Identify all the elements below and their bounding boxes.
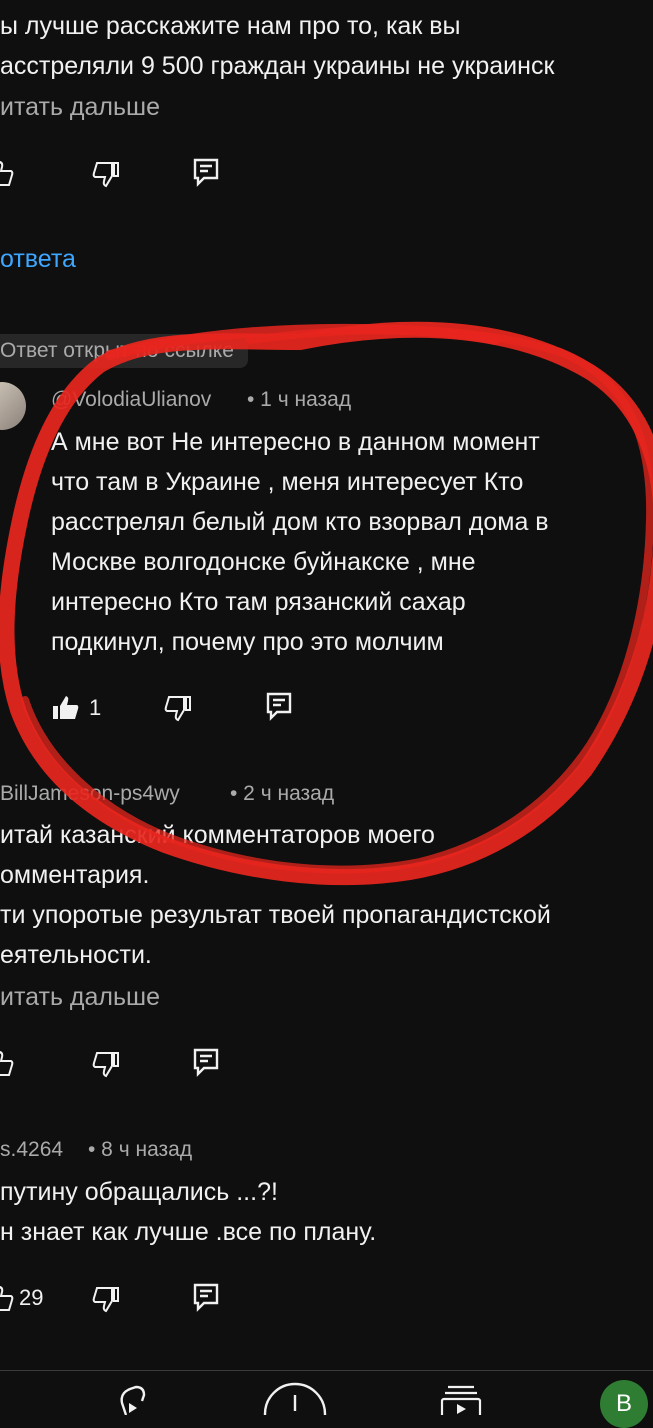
reply-icon[interactable] — [190, 1281, 222, 1313]
like-icon[interactable] — [0, 1048, 16, 1080]
like-filled-icon[interactable] — [50, 692, 82, 724]
comment-author[interactable]: s.4264 — [0, 1138, 63, 1162]
comment-text-line: интересно Кто там рязанский сахар — [51, 588, 466, 616]
comment-text-line: А мне вот Не интересно в данном момент — [51, 428, 540, 456]
comment-author[interactable]: BillJameson-ps4wy — [0, 782, 180, 806]
comment-text-line: подкинул, почему про это молчим — [51, 628, 444, 656]
comment-text-line: ти упоротые результат твоей пропагандист… — [0, 901, 551, 929]
comment-text-line: расстрелял белый дом кто взорвал дома в — [51, 508, 549, 536]
comment-text-line: омментария. — [0, 861, 150, 889]
comment-time: • 1 ч назад — [247, 388, 352, 411]
like-count: 29 — [19, 1285, 44, 1310]
comment-text-line: итай казанский комментаторов моего — [0, 821, 435, 849]
comment-text-line: Москве волгодонске буйнакске , мне — [51, 548, 476, 576]
bottom-nav — [0, 1370, 653, 1415]
dislike-icon[interactable] — [90, 158, 122, 190]
dislike-icon[interactable] — [90, 1048, 122, 1080]
replies-link[interactable]: ответа — [0, 245, 76, 274]
read-more-link[interactable]: итать дальше — [0, 983, 160, 1012]
shorts-icon[interactable] — [112, 1385, 152, 1415]
comment-text-line: путину обращались ...?! — [0, 1178, 278, 1206]
comment-time: • 8 ч назад — [88, 1138, 193, 1161]
reply-icon[interactable] — [263, 690, 295, 722]
comment-time: • 2 ч назад — [230, 782, 335, 805]
like-icon[interactable] — [0, 1283, 16, 1315]
profile-avatar[interactable]: B — [600, 1380, 648, 1428]
comment-text-line: что там в Украине , меня интересует Кто — [51, 468, 524, 496]
dislike-icon[interactable] — [162, 692, 194, 724]
subscriptions-icon[interactable] — [440, 1385, 482, 1415]
comment-text-line: ы лучше расскажите нам про то, как вы — [0, 12, 461, 40]
read-more-link[interactable]: итать дальше — [0, 93, 160, 122]
comment-text-line: асстреляли 9 500 граждан украины не укра… — [0, 52, 555, 80]
avatar[interactable] — [0, 382, 26, 430]
create-icon[interactable] — [262, 1381, 328, 1415]
comment-text-line: н знает как лучше .все по плану. — [0, 1218, 377, 1246]
comment-author[interactable]: @VolodiaUlianov — [51, 388, 211, 412]
reply-icon[interactable] — [190, 1046, 222, 1078]
reply-icon[interactable] — [190, 156, 222, 188]
comment-text-line: еятельности. — [0, 941, 152, 969]
dislike-icon[interactable] — [90, 1283, 122, 1315]
highlighted-reply-badge: Ответ открыт по ссылке — [0, 334, 248, 368]
like-icon[interactable] — [0, 158, 16, 190]
like-count: 1 — [89, 695, 102, 720]
